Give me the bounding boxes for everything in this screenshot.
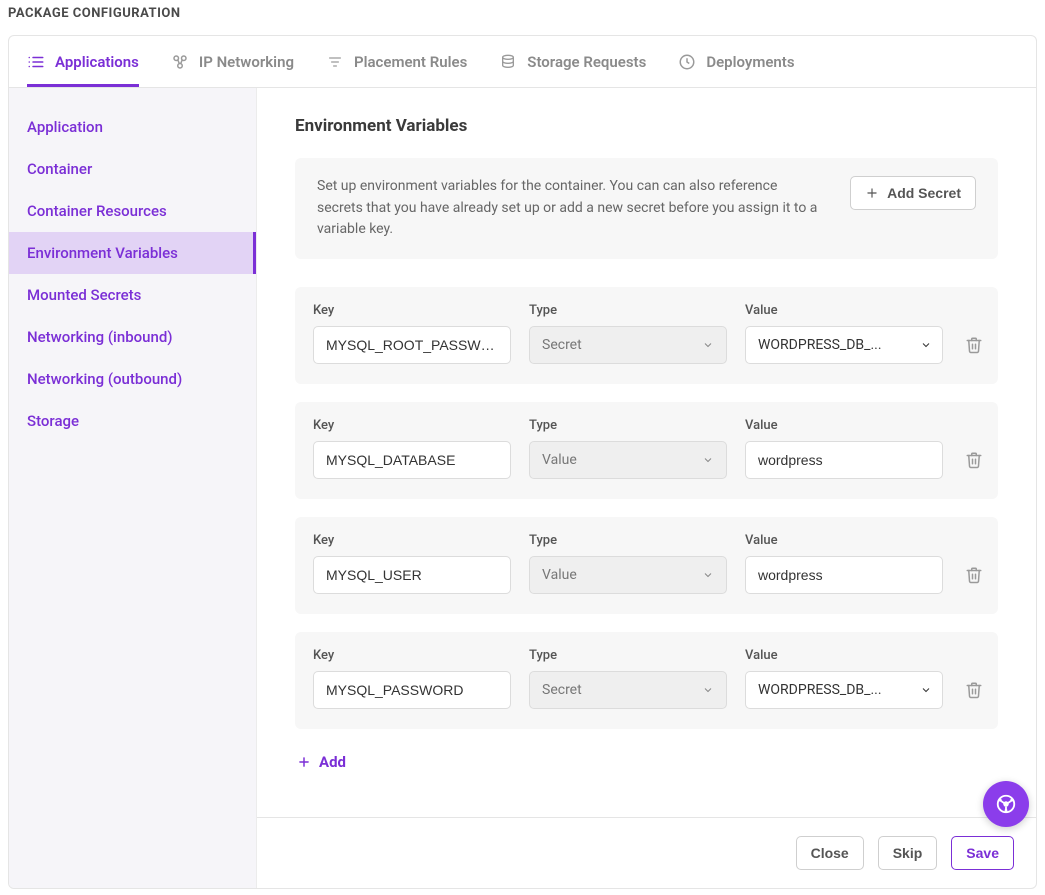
chevron-down-icon: [702, 339, 714, 351]
help-fab[interactable]: [983, 781, 1029, 827]
key-input[interactable]: [313, 441, 511, 479]
support-icon: [995, 793, 1017, 815]
chevron-down-icon: [702, 684, 714, 696]
value-label: Value: [745, 303, 943, 318]
trash-icon: [965, 451, 983, 469]
footer: Close Skip Save: [257, 817, 1036, 888]
sidebar-item-container[interactable]: Container: [9, 148, 256, 190]
sidebar-item-application[interactable]: Application: [9, 106, 256, 148]
sidebar-item-networking-inbound[interactable]: Networking (inbound): [9, 316, 256, 358]
info-card: Set up environment variables for the con…: [295, 158, 998, 259]
plus-icon: [865, 186, 879, 200]
type-label: Type: [529, 648, 727, 663]
section-title: Environment Variables: [295, 116, 998, 136]
key-label: Key: [313, 533, 511, 548]
type-select[interactable]: Value: [529, 441, 727, 479]
type-value: Secret: [542, 337, 582, 353]
add-label: Add: [319, 753, 346, 771]
sidebar-item-networking-outbound[interactable]: Networking (outbound): [9, 358, 256, 400]
value-select[interactable]: WORDPRESS_DB_...: [745, 326, 943, 364]
list-icon: [27, 53, 45, 71]
type-value: Secret: [542, 682, 582, 698]
value-text: WORDPRESS_DB_...: [758, 337, 882, 353]
tab-label: Applications: [55, 53, 139, 71]
close-button[interactable]: Close: [796, 836, 864, 870]
chevron-down-icon: [920, 339, 932, 351]
delete-button[interactable]: [961, 332, 987, 358]
sidebar-item-mounted-secrets[interactable]: Mounted Secrets: [9, 274, 256, 316]
type-label: Type: [529, 533, 727, 548]
add-variable-button[interactable]: Add: [295, 749, 998, 775]
value-label: Value: [745, 418, 943, 433]
tab-deployments[interactable]: Deployments: [678, 36, 794, 87]
tab-label: IP Networking: [199, 53, 294, 71]
key-input[interactable]: [313, 671, 511, 709]
chevron-down-icon: [920, 684, 932, 696]
tab-label: Placement Rules: [354, 53, 467, 71]
add-secret-label: Add Secret: [887, 185, 961, 201]
type-label: Type: [529, 303, 727, 318]
page-title: PACKAGE CONFIGURATION: [0, 0, 1045, 35]
tab-label: Deployments: [706, 53, 794, 71]
sidebar-item-environment-variables[interactable]: Environment Variables: [9, 232, 256, 274]
add-secret-button[interactable]: Add Secret: [850, 176, 976, 210]
key-input[interactable]: [313, 556, 511, 594]
main-panel: Applications IP Networking Placement Rul…: [8, 35, 1037, 889]
network-icon: [171, 53, 189, 71]
chevron-down-icon: [702, 454, 714, 466]
key-label: Key: [313, 303, 511, 318]
value-label: Value: [745, 533, 943, 548]
trash-icon: [965, 336, 983, 354]
plus-icon: [297, 755, 311, 769]
env-var-row: Key Type Secret Value WORDPRESS_DB_..: [295, 287, 998, 384]
value-label: Value: [745, 648, 943, 663]
tab-storage-requests[interactable]: Storage Requests: [499, 36, 646, 87]
save-button[interactable]: Save: [951, 836, 1014, 870]
trash-icon: [965, 681, 983, 699]
delete-button[interactable]: [961, 562, 987, 588]
sidebar: Application Container Container Resource…: [9, 88, 257, 888]
delete-button[interactable]: [961, 447, 987, 473]
delete-button[interactable]: [961, 677, 987, 703]
chevron-down-icon: [702, 569, 714, 581]
clock-icon: [678, 53, 696, 71]
content: Environment Variables Set up environment…: [257, 88, 1036, 888]
top-tabs: Applications IP Networking Placement Rul…: [9, 36, 1036, 88]
key-label: Key: [313, 648, 511, 663]
value-text: WORDPRESS_DB_...: [758, 682, 882, 698]
type-label: Type: [529, 418, 727, 433]
skip-button[interactable]: Skip: [878, 836, 938, 870]
env-var-row: Key Type Secret Value WORDPRESS_DB_..: [295, 632, 998, 729]
type-select[interactable]: Secret: [529, 326, 727, 364]
sidebar-item-storage[interactable]: Storage: [9, 400, 256, 442]
value-input[interactable]: [745, 441, 943, 479]
type-value: Value: [542, 567, 577, 583]
tab-applications[interactable]: Applications: [27, 36, 139, 87]
tab-placement-rules[interactable]: Placement Rules: [326, 36, 467, 87]
tab-ip-networking[interactable]: IP Networking: [171, 36, 294, 87]
value-input[interactable]: [745, 556, 943, 594]
env-var-row: Key Type Value Value: [295, 402, 998, 499]
trash-icon: [965, 566, 983, 584]
tab-label: Storage Requests: [527, 53, 646, 71]
info-text: Set up environment variables for the con…: [317, 176, 826, 241]
database-icon: [499, 53, 517, 71]
filter-icon: [326, 53, 344, 71]
key-label: Key: [313, 418, 511, 433]
type-value: Value: [542, 452, 577, 468]
value-select[interactable]: WORDPRESS_DB_...: [745, 671, 943, 709]
env-var-row: Key Type Value Value: [295, 517, 998, 614]
sidebar-item-container-resources[interactable]: Container Resources: [9, 190, 256, 232]
type-select[interactable]: Value: [529, 556, 727, 594]
key-input[interactable]: [313, 326, 511, 364]
type-select[interactable]: Secret: [529, 671, 727, 709]
